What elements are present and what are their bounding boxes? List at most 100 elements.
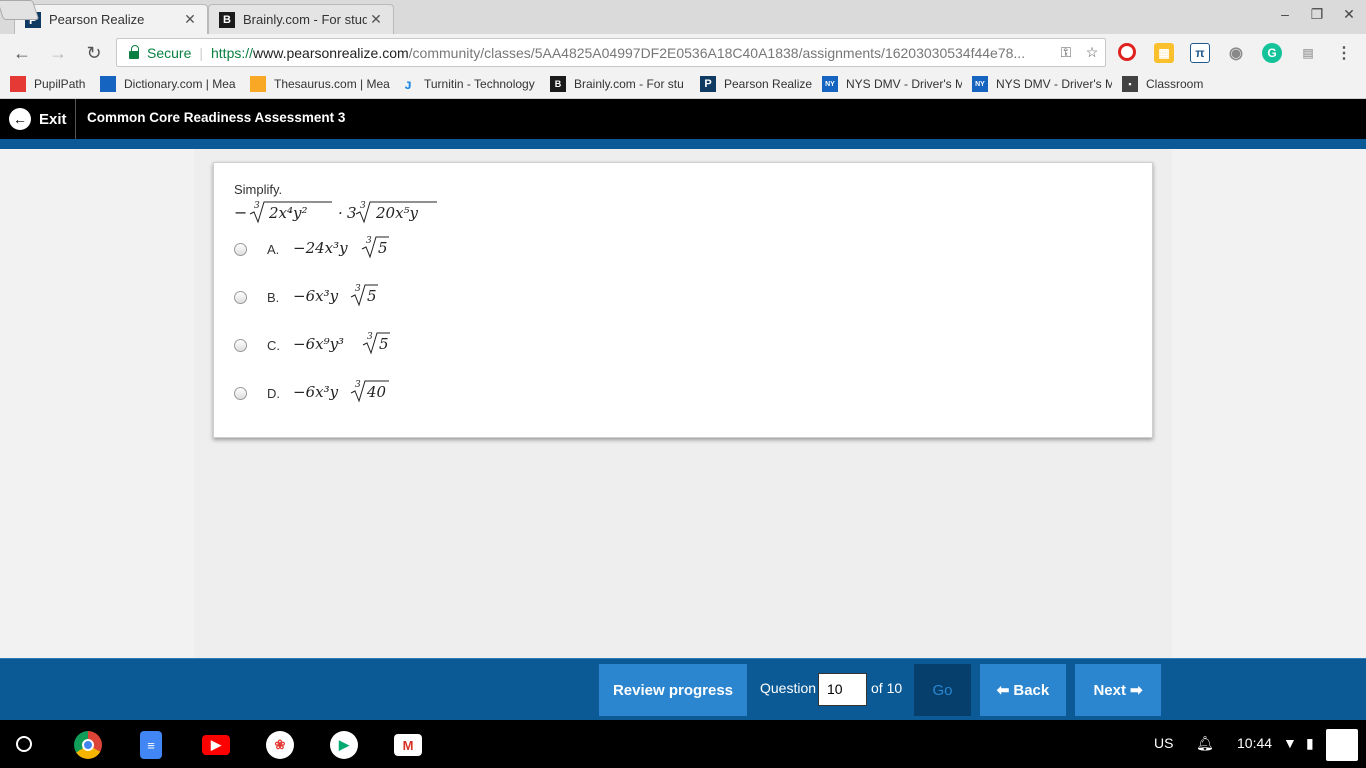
root-index: 3 — [254, 201, 260, 211]
choice-math: −6x⁹y³ 3 5 — [293, 330, 403, 360]
choice-letter: D. — [267, 385, 280, 401]
close-window-icon[interactable]: ✕ — [1334, 6, 1364, 23]
bookmark-pearson-realize[interactable]: P Pearson Realize — [700, 76, 820, 92]
bookmark-label: NYS DMV - Driver's M — [996, 77, 1112, 91]
youtube-icon[interactable]: ▶ — [202, 735, 230, 755]
answer-choice-b[interactable]: B. −6x³y 3 5 — [234, 283, 403, 311]
question-number-input[interactable]: 10 — [818, 673, 867, 706]
url-path: /community/classes/5AA4825A04997DF2E0536… — [408, 44, 1026, 61]
reload-icon[interactable]: ↻ — [82, 41, 106, 65]
bookmark-nysdmv[interactable]: NY NYS DMV - Driver's M — [972, 76, 1112, 92]
answer-choice-c[interactable]: C. −6x⁹y³ 3 5 — [234, 331, 403, 359]
bookmark-nysdmv[interactable]: NY NYS DMV - Driver's M — [822, 76, 962, 92]
back-arrow-icon[interactable]: ← — [10, 41, 34, 65]
radio-button[interactable] — [234, 242, 247, 256]
radicand: 5 — [378, 239, 388, 257]
restore-icon[interactable]: ❐ — [1302, 6, 1332, 23]
grid-extension-icon[interactable]: ▦ — [1154, 43, 1174, 63]
question-expression: − 3 2x⁴y² · 3 3 20x⁵y — [234, 200, 444, 230]
minimize-icon[interactable]: – — [1270, 6, 1300, 22]
choice-svg: −24x³y 3 5 — [293, 236, 389, 259]
choice-math: −6x³y 3 5 — [293, 282, 403, 312]
os-shelf: ≡ ▶ ❀ ▶ M US 🔔︎ 10:44 ▼ ▮ — [0, 720, 1366, 768]
next-button[interactable]: Next ➡ — [1075, 664, 1161, 716]
root-index: 3 — [355, 284, 361, 294]
new-tab-button[interactable] — [0, 0, 40, 20]
header-stripe — [0, 139, 1366, 149]
dictionary-icon — [100, 76, 116, 92]
exit-button[interactable]: ← Exit — [0, 99, 76, 139]
neg-sign: − — [234, 203, 247, 222]
bookmark-classroom[interactable]: ▪ Classroom — [1122, 76, 1212, 92]
radicand: 40 — [366, 383, 387, 401]
radio-button[interactable] — [234, 386, 247, 400]
battery-icon[interactable]: ▮ — [1306, 735, 1314, 752]
extension-icon[interactable]: ▤ — [1298, 43, 1318, 63]
radicand: 5 — [367, 287, 377, 305]
avatar[interactable] — [1326, 729, 1358, 761]
gmail-icon[interactable]: M — [394, 734, 422, 756]
docs-icon[interactable]: ≡ — [140, 731, 162, 759]
coefficient: 3 — [347, 204, 357, 222]
tab-pearson-realize[interactable]: P Pearson Realize ✕ — [14, 4, 208, 34]
tab-title: Brainly.com - For studen — [243, 12, 367, 27]
forward-arrow-icon[interactable]: → — [46, 41, 70, 65]
assessment-header: ← Exit Common Core Readiness Assessment … — [0, 99, 1366, 139]
camera-extension-icon[interactable]: ◉ — [1226, 43, 1246, 63]
secure-label: Secure — [147, 44, 192, 61]
bookmark-thesaurus[interactable]: Thesaurus.com | Mea — [250, 76, 390, 92]
brainly-icon: B — [550, 76, 566, 92]
choice-prefix: −6x⁹y³ — [293, 335, 344, 353]
close-icon[interactable]: ✕ — [181, 11, 199, 28]
choice-prefix: −6x³y — [293, 287, 339, 305]
colorful-app-icon[interactable]: ❀ — [266, 731, 294, 759]
assessment-title: Common Core Readiness Assessment 3 — [87, 110, 346, 125]
radicand: 20x⁵y — [375, 204, 419, 222]
bookmark-dictionary[interactable]: Dictionary.com | Mea — [100, 76, 240, 92]
answer-choice-a[interactable]: A. −24x³y 3 5 — [234, 235, 403, 263]
bookmark-label: Turnitin - Technology — [424, 77, 535, 91]
close-icon[interactable]: ✕ — [367, 11, 385, 28]
radicand: 2x⁴y² — [268, 204, 308, 222]
url-host: www.pearsonrealize.com — [253, 44, 409, 61]
input-locale[interactable]: US — [1154, 735, 1173, 751]
star-icon[interactable]: ☆ — [1079, 44, 1105, 61]
review-progress-button[interactable]: Review progress — [599, 664, 747, 716]
answer-choice-d[interactable]: D. −6x³y 3 40 — [234, 379, 403, 407]
radio-button[interactable] — [234, 338, 247, 352]
bookmark-pupilpath[interactable]: PupilPath — [10, 76, 90, 92]
wifi-icon[interactable]: ▼ — [1283, 735, 1297, 751]
radio-button[interactable] — [234, 290, 247, 304]
bookmarks-bar: PupilPath Dictionary.com | Mea Thesaurus… — [0, 71, 1366, 99]
bookmark-label: Classroom — [1146, 77, 1204, 91]
menu-icon[interactable]: ⋮ — [1334, 43, 1354, 63]
bookmark-label: PupilPath — [34, 77, 86, 91]
key-icon[interactable]: ⚿ — [1053, 44, 1079, 61]
pi-extension-icon[interactable]: π — [1190, 43, 1210, 63]
chrome-icon[interactable] — [74, 731, 102, 759]
tab-brainly[interactable]: B Brainly.com - For studen ✕ — [208, 4, 394, 34]
bookmark-turnitin[interactable]: ᴊ Turnitin - Technology — [400, 76, 542, 92]
address-bar[interactable]: Secure | https:// www.pearsonrealize.com… — [116, 38, 1106, 67]
question-label: Question — [760, 680, 817, 696]
bookmark-brainly[interactable]: B Brainly.com - For stu — [550, 76, 690, 92]
back-arrow-icon: ← — [9, 108, 31, 130]
go-button[interactable]: Go — [914, 664, 971, 716]
brainly-b-icon: B — [219, 11, 235, 28]
clock[interactable]: 10:44 — [1237, 735, 1272, 751]
arrow-right-icon: ➡ — [1129, 682, 1143, 699]
root-index: 3 — [366, 236, 372, 246]
choice-prefix: −24x³y — [293, 239, 348, 257]
divider: | — [199, 44, 203, 61]
grammarly-icon[interactable]: G — [1262, 43, 1282, 63]
bell-icon[interactable]: 🔔︎ — [1196, 735, 1214, 752]
choice-letter: A. — [267, 241, 280, 257]
back-button[interactable]: ⬅ Back — [980, 664, 1066, 716]
bookmark-label: Thesaurus.com | Mea — [274, 77, 390, 91]
opera-extension-icon[interactable] — [1118, 43, 1136, 61]
choice-math: −24x³y 3 5 — [293, 234, 403, 264]
play-store-icon[interactable]: ▶ — [330, 731, 358, 759]
launcher-icon[interactable] — [16, 736, 32, 752]
bookmark-label: Pearson Realize — [724, 77, 813, 91]
browser-toolbar: ← → ↻ Secure | https:// www.pearsonreali… — [0, 34, 1366, 71]
